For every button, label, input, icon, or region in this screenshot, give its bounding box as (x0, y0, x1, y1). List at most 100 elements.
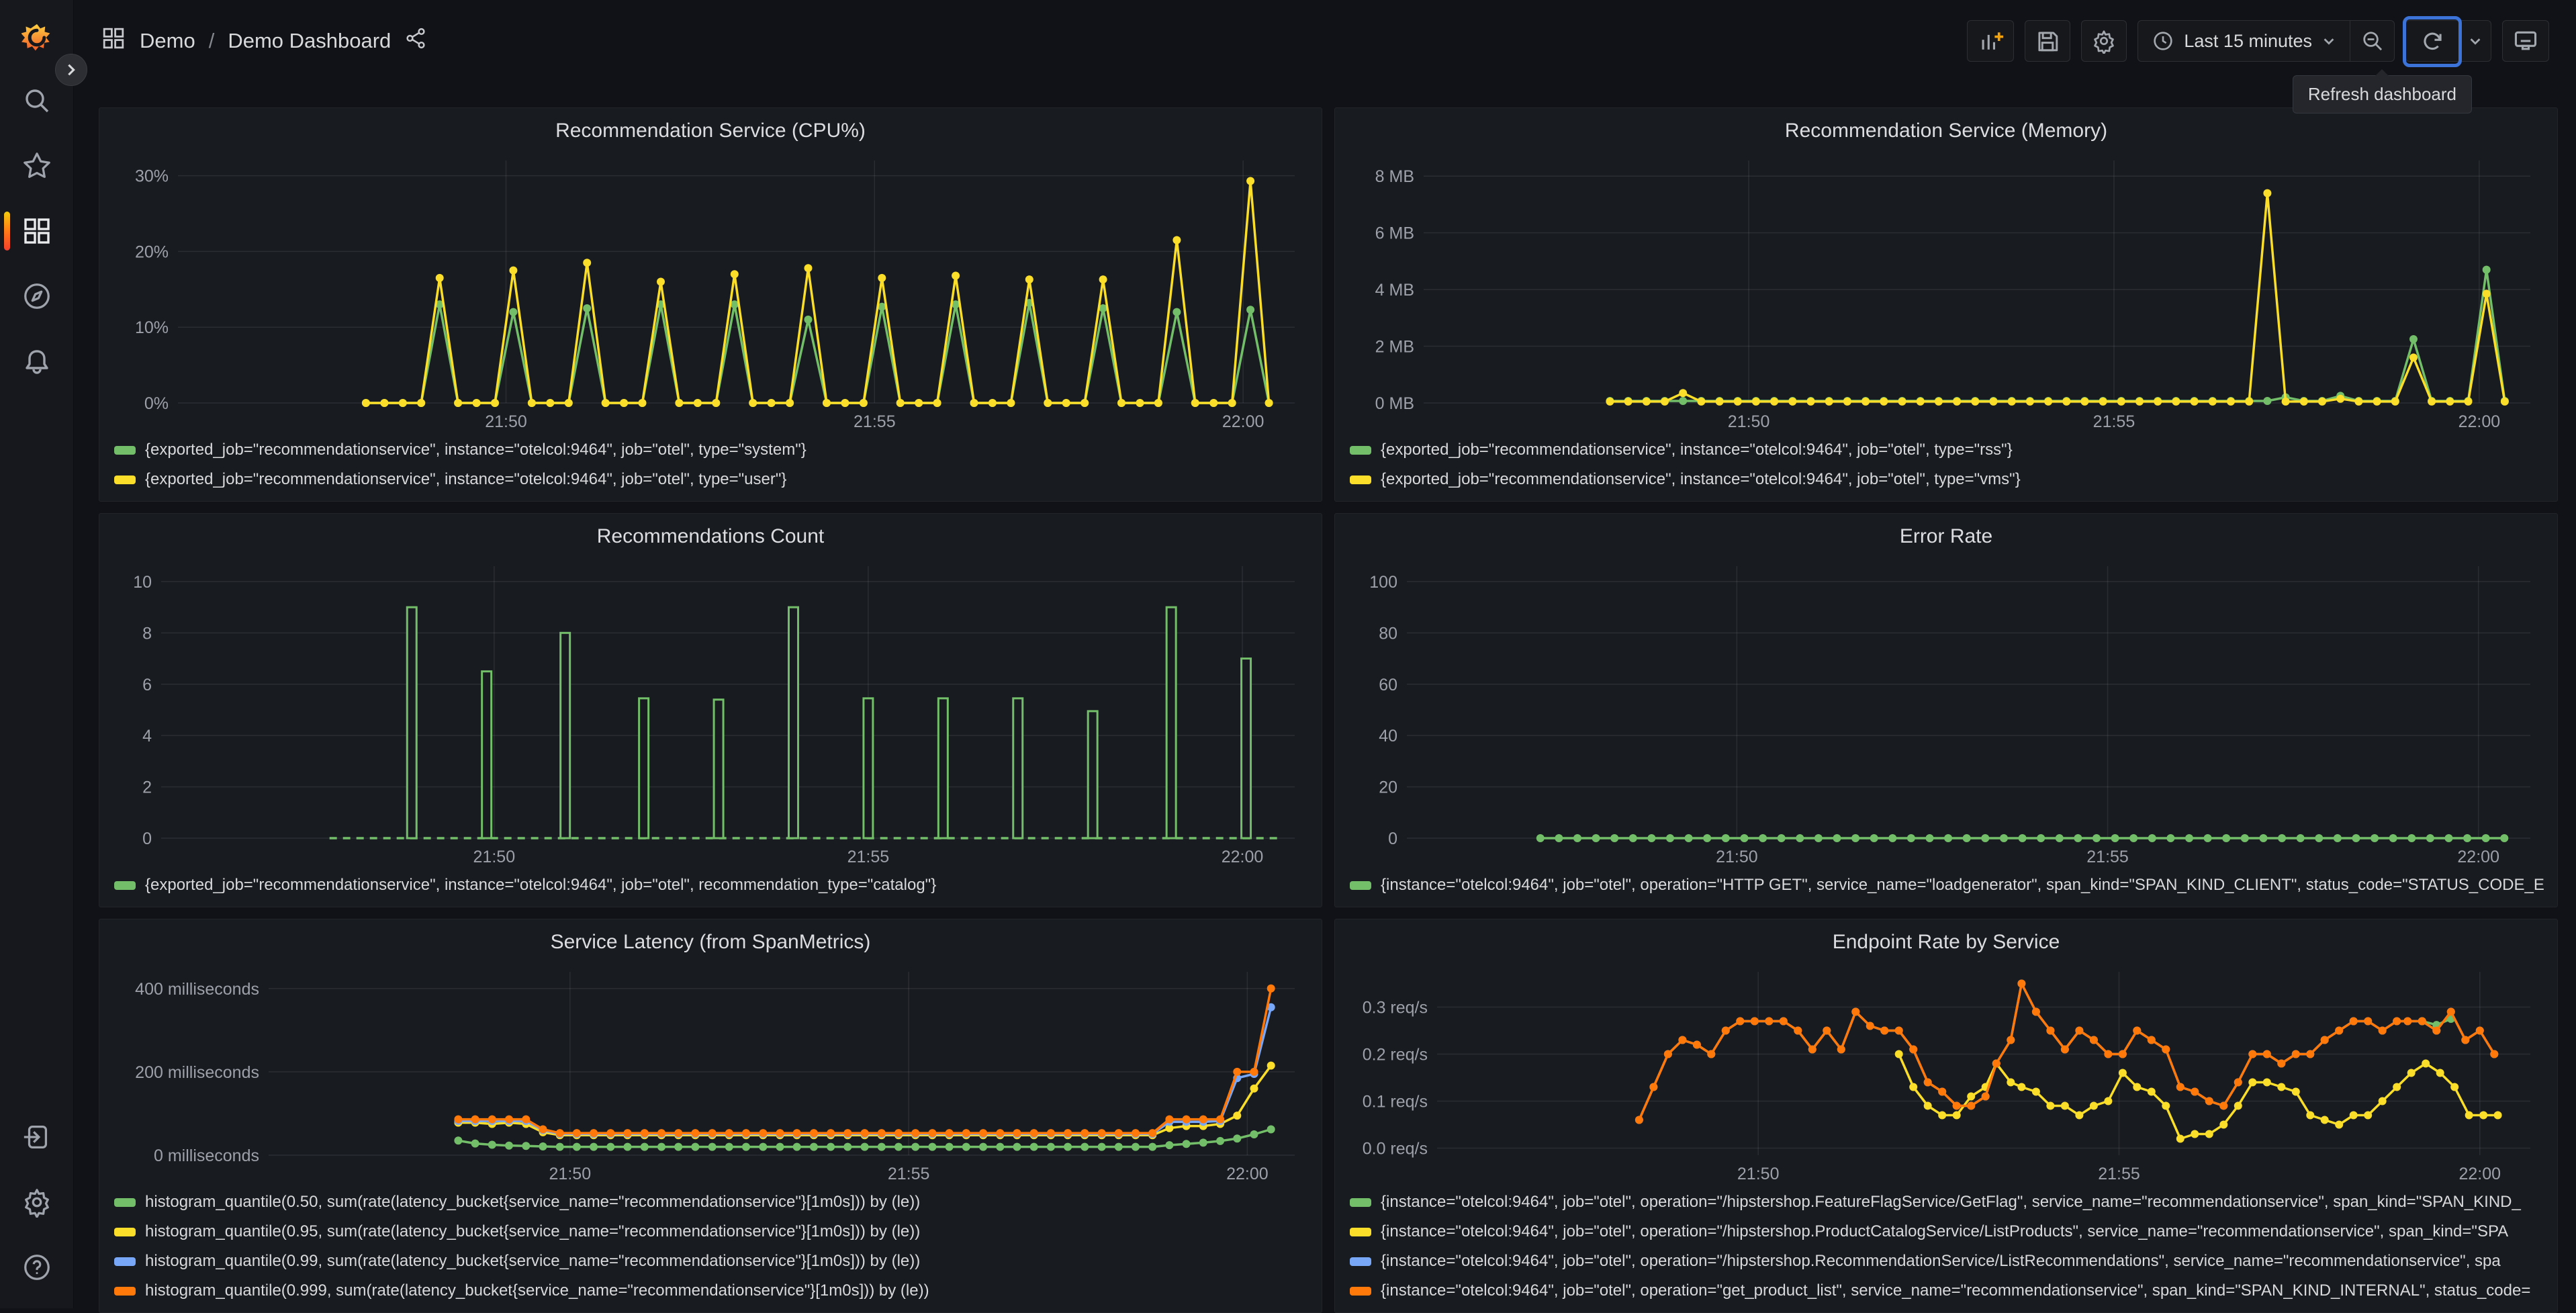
time-range-group: Last 15 minutes (2137, 20, 2395, 62)
svg-text:21:55: 21:55 (2086, 848, 2129, 866)
svg-text:6: 6 (142, 676, 152, 694)
memory-chart[interactable]: 21:50 21:55 22:00 0 MB 2 MB 4 MB 6 MB 8 MB (1343, 148, 2549, 435)
starred-icon[interactable] (21, 150, 52, 181)
save-dashboard-button[interactable] (2025, 20, 2071, 62)
legend-swatch (114, 1197, 136, 1207)
error-rate-chart[interactable]: 21:50 21:55 22:00 0 20 40 60 80 100 (1343, 554, 2549, 870)
svg-text:22:00: 22:00 (2458, 412, 2501, 431)
legend-swatch (114, 880, 136, 890)
dashboards-icon[interactable] (3, 212, 52, 251)
legend: {exported_job="recommendationservice", i… (1343, 435, 2549, 494)
panel-memory: Recommendation Service (Memory) 21:50 21:… (1334, 107, 2558, 502)
svg-text:22:00: 22:00 (1226, 1165, 1269, 1183)
panel-error-rate: Error Rate 21:50 21:55 22:00 0 20 40 60 80 100 {… (1334, 513, 2558, 907)
legend-item[interactable]: histogram_quantile(0.99, sum(rate(latenc… (107, 1247, 1314, 1276)
panel-title[interactable]: Endpoint Rate by Service (1343, 925, 2549, 960)
zoom-out-button[interactable] (2350, 21, 2394, 61)
svg-text:21:50: 21:50 (1728, 412, 1770, 431)
legend-item[interactable]: histogram_quantile(0.50, sum(rate(latenc… (107, 1187, 1314, 1217)
cpu-chart[interactable]: 21:50 21:55 22:00 0% 10% 20% 30% (107, 148, 1314, 435)
svg-text:2 MB: 2 MB (1375, 338, 1414, 357)
svg-text:0: 0 (142, 829, 152, 848)
add-panel-button[interactable] (1967, 20, 2015, 62)
svg-text:21:50: 21:50 (549, 1165, 592, 1183)
svg-text:0 MB: 0 MB (1375, 394, 1414, 413)
svg-text:20%: 20% (135, 242, 169, 261)
legend-item[interactable]: {exported_job="recommendationservice", i… (1343, 465, 2549, 494)
svg-text:400 milliseconds: 400 milliseconds (135, 980, 259, 999)
legend-item[interactable]: histogram_quantile(0.95, sum(rate(latenc… (107, 1217, 1314, 1247)
explore-compass-icon[interactable] (21, 281, 52, 312)
legend-item[interactable]: {instance="otelcol:9464", job="otel", op… (1343, 870, 2549, 900)
svg-text:2: 2 (142, 778, 152, 797)
panel-cpu: Recommendation Service (CPU%) 21:50 21:55… (99, 107, 1322, 502)
panel-title[interactable]: Error Rate (1343, 519, 2549, 554)
dashboards-grid-icon (101, 26, 126, 56)
legend-item[interactable]: histogram_quantile(0.999, sum(rate(laten… (107, 1276, 1314, 1306)
legend-swatch (114, 1227, 136, 1236)
alerting-bell-icon[interactable] (21, 346, 52, 377)
legend-swatch (1350, 475, 1371, 484)
svg-text:8 MB: 8 MB (1375, 167, 1414, 186)
breadcrumb-folder[interactable]: Demo (140, 29, 195, 53)
legend-swatch (1350, 1197, 1371, 1207)
legend-item[interactable]: {exported_job="recommendationservice", i… (107, 870, 1314, 900)
legend-swatch (1350, 1257, 1371, 1266)
top-navbar: Demo / Demo Dashboard Last 15 minutes (74, 0, 2576, 82)
panel-endpoint-rate: Endpoint Rate by Service 21:50 21:55 22:00… (1334, 919, 2558, 1313)
legend: {exported_job="recommendationservice", i… (107, 870, 1314, 900)
svg-text:80: 80 (1379, 624, 1397, 643)
legend-item[interactable]: {instance="otelcol:9464", job="otel", op… (1343, 1247, 2549, 1276)
legend-item[interactable]: {exported_job="recommendationservice", i… (107, 465, 1314, 494)
grafana-logo[interactable] (21, 22, 52, 53)
svg-text:21:55: 21:55 (2098, 1165, 2140, 1183)
sidebar-expand-button[interactable] (55, 54, 87, 86)
legend-item[interactable]: {instance="otelcol:9464", job="otel", op… (1343, 1187, 2549, 1217)
legend: {exported_job="recommendationservice", i… (107, 435, 1314, 494)
panel-title[interactable]: Service Latency (from SpanMetrics) (107, 925, 1314, 960)
panel-title[interactable]: Recommendation Service (Memory) (1343, 114, 2549, 148)
legend-item[interactable]: {instance="otelcol:9464", job="otel", op… (1343, 1276, 2549, 1306)
legend-swatch (1350, 445, 1371, 455)
refresh-dashboard-button[interactable] (2403, 16, 2462, 67)
page-title[interactable]: Demo Dashboard (228, 29, 391, 53)
svg-text:22:00: 22:00 (1222, 848, 1264, 866)
svg-text:4 MB: 4 MB (1375, 281, 1414, 300)
panel-title[interactable]: Recommendation Service (CPU%) (107, 114, 1314, 148)
legend-item[interactable]: {exported_job="recommendationservice", i… (1343, 435, 2549, 465)
dashboard-toolbar: Last 15 minutes (1967, 16, 2549, 67)
tooltip-text: Refresh dashboard (2307, 84, 2456, 104)
search-icon[interactable] (21, 85, 52, 116)
kiosk-tv-button[interactable] (2502, 20, 2549, 62)
svg-text:21:55: 21:55 (847, 848, 890, 866)
legend-item[interactable]: {instance="otelcol:9464", job="otel", op… (1343, 1217, 2549, 1247)
refresh-interval-dropdown[interactable] (2458, 21, 2491, 61)
legend-item[interactable]: {exported_job="recommendationservice", i… (107, 435, 1314, 465)
sidebar (0, 0, 74, 1308)
breadcrumb: Demo / Demo Dashboard (101, 26, 427, 56)
recommendations-chart[interactable]: 21:50 21:55 22:00 0 2 4 6 8 10 (107, 554, 1314, 870)
svg-text:21:50: 21:50 (485, 412, 527, 431)
svg-text:10%: 10% (135, 318, 169, 337)
svg-text:0: 0 (1388, 829, 1397, 848)
svg-text:0 milliseconds: 0 milliseconds (154, 1146, 259, 1165)
panel-title[interactable]: Recommendations Count (107, 519, 1314, 554)
panel-recommendations-count: Recommendations Count 21:50 21:55 22:00 0 2 4… (99, 513, 1322, 907)
time-range-picker[interactable]: Last 15 minutes (2138, 21, 2350, 61)
dashboard-settings-button[interactable] (2081, 20, 2127, 62)
time-range-label: Last 15 minutes (2184, 30, 2312, 51)
settings-gear-icon[interactable] (21, 1187, 52, 1218)
chevron-down-icon (2324, 38, 2334, 45)
svg-text:21:55: 21:55 (888, 1165, 930, 1183)
breadcrumb-separator: / (208, 29, 215, 52)
chevron-right-icon (68, 64, 75, 76)
svg-text:21:50: 21:50 (1737, 1165, 1780, 1183)
endpoint-rate-chart[interactable]: 21:50 21:55 22:00 0.0 req/s 0.1 req/s 0.2 req… (1343, 960, 2549, 1187)
share-icon[interactable] (404, 27, 427, 55)
latency-chart[interactable]: 21:50 21:55 22:00 0 milliseconds 200 millise… (107, 960, 1314, 1187)
svg-text:22:00: 22:00 (2457, 848, 2499, 866)
svg-text:21:55: 21:55 (854, 412, 896, 431)
help-icon[interactable] (21, 1252, 52, 1283)
sign-in-icon[interactable] (21, 1122, 52, 1152)
legend-swatch (114, 1257, 136, 1266)
